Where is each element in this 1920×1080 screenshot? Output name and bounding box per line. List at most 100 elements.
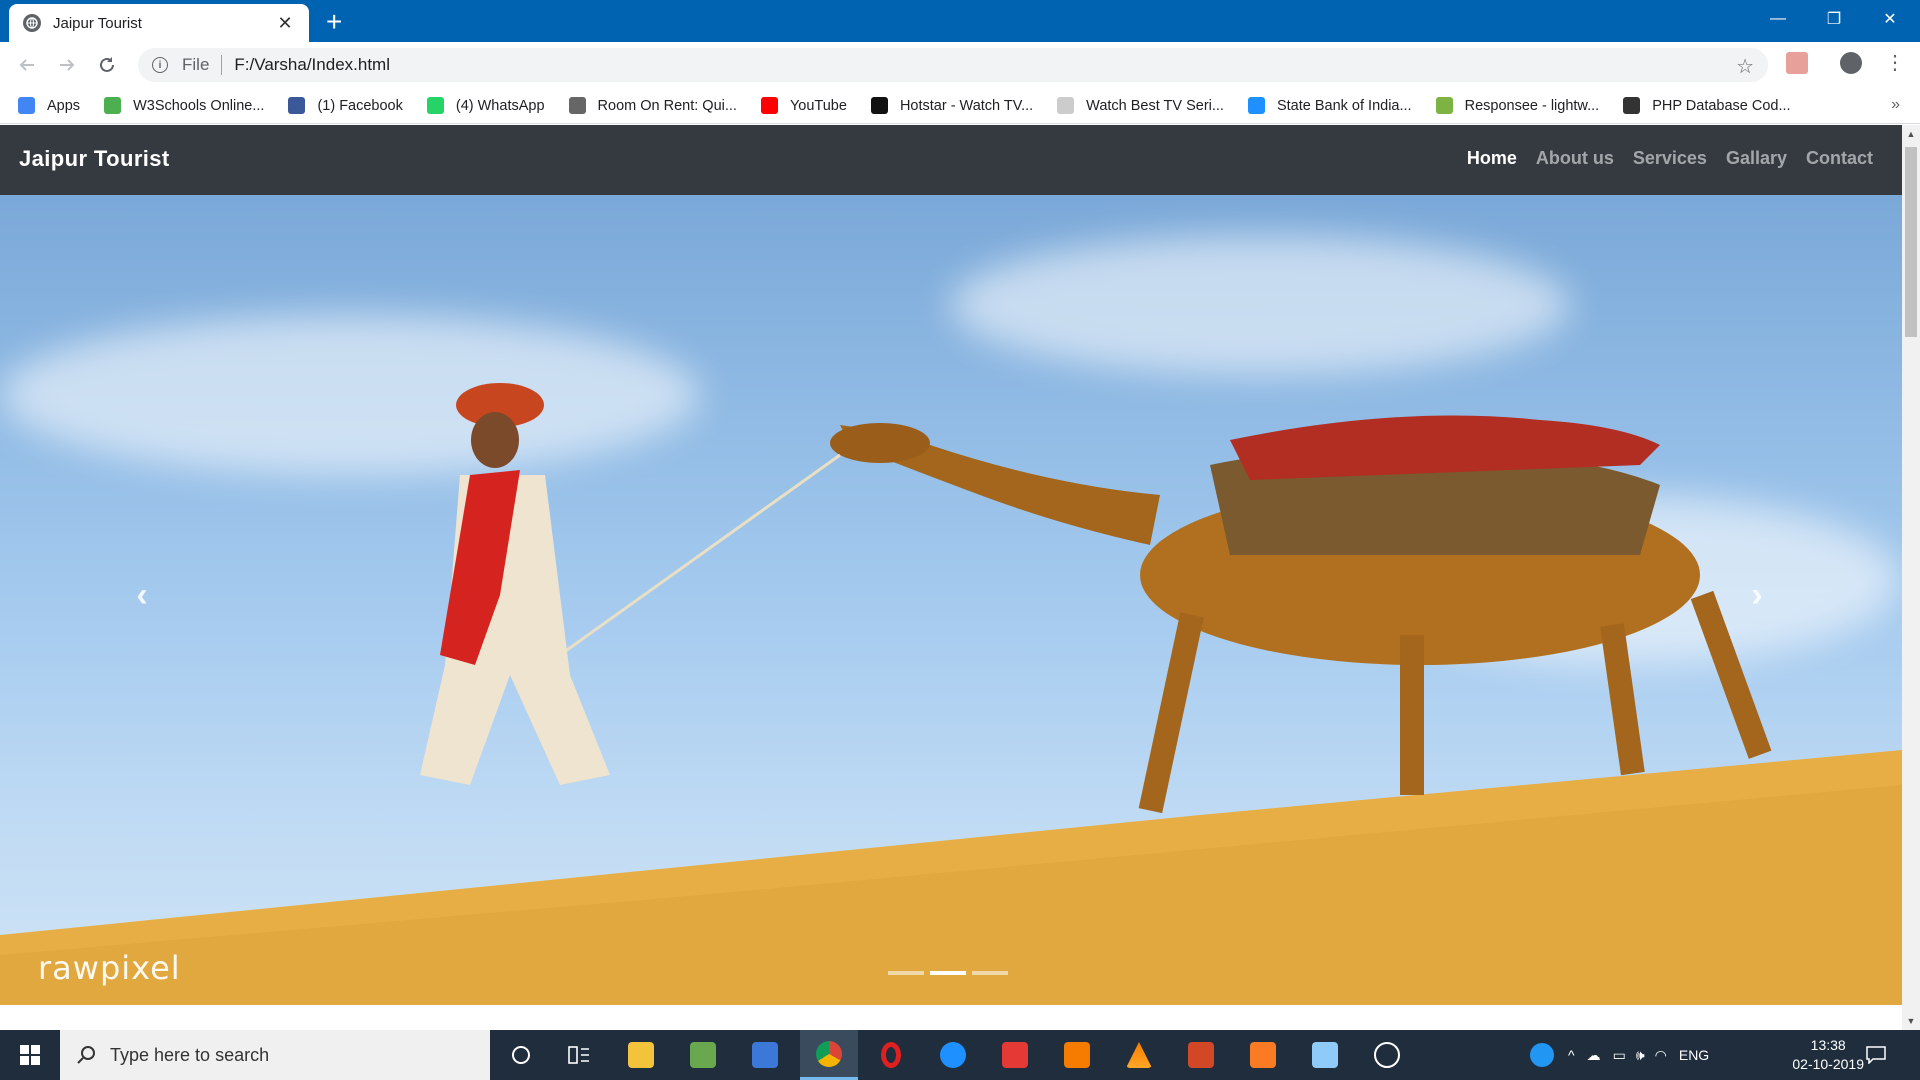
taskbar-search[interactable]: Type here to search <box>60 1030 490 1080</box>
opera-app[interactable] <box>862 1030 920 1080</box>
bookmark-item[interactable]: (4) WhatsApp <box>426 97 545 114</box>
windows-logo-icon <box>20 1045 40 1065</box>
nav-link-home[interactable]: Home <box>1467 148 1517 169</box>
photos-app[interactable] <box>1358 1030 1416 1080</box>
bookmark-item[interactable]: Room On Rent: Qui... <box>568 97 737 114</box>
bookmarks-overflow-icon[interactable]: » <box>1891 96 1900 114</box>
battery-icon[interactable]: ▭ <box>1613 1047 1626 1064</box>
nav-link-contact[interactable]: Contact <box>1806 148 1873 169</box>
photos-icon <box>1374 1042 1400 1068</box>
sublime-app[interactable] <box>1048 1030 1106 1080</box>
w3schools-icon <box>104 97 122 114</box>
info-icon[interactable]: i <box>152 57 168 73</box>
task-view-icon <box>568 1046 589 1064</box>
system-tray: ^ ☁ ▭ 🕪 ◠ ENG <box>1530 1030 1709 1080</box>
vlc-app[interactable] <box>1110 1030 1168 1080</box>
scroll-up-icon[interactable]: ▲ <box>1902 125 1920 143</box>
clock-date: 02-10-2019 <box>1792 1056 1864 1072</box>
bookmark-item[interactable]: Hotstar - Watch TV... <box>870 97 1034 114</box>
man-figure <box>420 383 610 785</box>
carousel-prev-button[interactable]: ‹ <box>122 575 162 615</box>
new-tab-button[interactable]: + <box>326 6 342 38</box>
bookmark-item[interactable]: PHP Database Cod... <box>1623 97 1791 114</box>
reload-button[interactable] <box>94 52 120 78</box>
notifications-icon[interactable] <box>1866 1030 1886 1080</box>
hero-carousel: ‹ › rawpixel <box>0 195 1902 1005</box>
carousel-indicator[interactable] <box>888 971 924 975</box>
bookmark-label: State Bank of India... <box>1276 97 1412 114</box>
scrollbar-thumb[interactable] <box>1905 147 1917 337</box>
forward-button[interactable] <box>54 52 80 78</box>
chrome-app[interactable] <box>800 1030 858 1080</box>
xampp-app[interactable] <box>1234 1030 1292 1080</box>
rope <box>559 453 841 657</box>
menu-kebab-icon[interactable]: ⋮ <box>1884 52 1906 74</box>
windows-taskbar: Type here to search ^ ☁ ▭ 🕪 ◠ ENG 13:38 … <box>0 1030 1920 1080</box>
hotstar-icon <box>870 97 888 114</box>
close-window-button[interactable]: ✕ <box>1862 0 1918 38</box>
language-indicator[interactable]: ENG <box>1679 1047 1709 1063</box>
site-navbar: Jaipur Tourist Home About us Services Galla… <box>0 125 1902 195</box>
task-view-button[interactable] <box>550 1030 608 1080</box>
bookmark-label: (4) WhatsApp <box>455 97 545 114</box>
bookmark-item[interactable]: (1) Facebook <box>288 97 403 114</box>
bookmark-item[interactable]: Responsee - lightw... <box>1435 97 1599 114</box>
nav-link-gallary[interactable]: Gallary <box>1726 148 1787 169</box>
minimize-button[interactable]: — <box>1750 0 1806 38</box>
ie-icon <box>940 1042 966 1068</box>
bookmark-label: Hotstar - Watch TV... <box>899 97 1034 114</box>
media-icon <box>752 1042 778 1068</box>
browser-toolbar: i File F:/Varsha/Index.html ☆ ⋮ <box>0 42 1920 88</box>
bookmark-label: W3Schools Online... <box>133 97 265 114</box>
carousel-indicator[interactable] <box>930 971 966 975</box>
nav-link-services[interactable]: Services <box>1633 148 1707 169</box>
cortana-button[interactable] <box>492 1030 550 1080</box>
help-icon[interactable] <box>1530 1043 1554 1067</box>
notepad-app[interactable] <box>674 1030 732 1080</box>
bookmark-label: Apps <box>47 97 81 114</box>
circle-icon <box>512 1046 530 1064</box>
bookmark-item[interactable]: State Bank of India... <box>1247 97 1412 114</box>
media-app[interactable] <box>736 1030 794 1080</box>
screen-recorder-app[interactable] <box>986 1030 1044 1080</box>
address-bar[interactable]: i File F:/Varsha/Index.html ☆ <box>138 48 1768 82</box>
profile-avatar-icon[interactable] <box>1840 52 1862 74</box>
bookmark-item[interactable]: Apps <box>18 97 80 114</box>
bookmark-item[interactable]: Watch Best TV Seri... <box>1057 97 1224 114</box>
taskbar-clock[interactable]: 13:38 02-10-2019 <box>1792 1036 1864 1074</box>
carousel-next-button[interactable]: › <box>1737 575 1777 615</box>
restore-button[interactable]: ❐ <box>1806 0 1862 38</box>
bookmark-label: Room On Rent: Qui... <box>597 97 737 114</box>
tab-close-icon[interactable]: ✕ <box>275 13 295 34</box>
browser-titlebar: Jaipur Tourist ✕ + — ❐ ✕ <box>0 0 1920 42</box>
desert-scene <box>0 383 1902 1005</box>
scroll-down-icon[interactable]: ▼ <box>1902 1012 1920 1030</box>
vlc-cone-icon <box>1126 1042 1152 1068</box>
responsee-icon <box>1435 97 1453 114</box>
page-scrollbar[interactable]: ▲ ▼ <box>1902 125 1920 1030</box>
nav-link-about-us[interactable]: About us <box>1536 148 1614 169</box>
reload-icon <box>100 57 114 72</box>
bookmark-item[interactable]: W3Schools Online... <box>104 97 264 114</box>
bookmark-star-icon[interactable]: ☆ <box>1736 54 1754 79</box>
url-text[interactable]: F:/Varsha/Index.html <box>234 55 390 75</box>
carousel-indicator[interactable] <box>972 971 1008 975</box>
pdf-extension-icon[interactable] <box>1786 52 1808 74</box>
back-button[interactable] <box>14 52 40 78</box>
youtube-icon <box>760 97 778 114</box>
ie-app[interactable] <box>924 1030 982 1080</box>
browser-tab[interactable]: Jaipur Tourist ✕ <box>9 4 309 42</box>
volume-icon[interactable]: 🕪 <box>1636 1047 1645 1064</box>
xampp-icon <box>1250 1042 1276 1068</box>
file-explorer-app[interactable] <box>612 1030 670 1080</box>
site-brand[interactable]: Jaipur Tourist <box>19 146 170 172</box>
onedrive-icon[interactable]: ☁ <box>1587 1047 1601 1064</box>
start-button[interactable] <box>0 1030 60 1080</box>
chevron-up-icon[interactable]: ^ <box>1568 1047 1575 1063</box>
paint-app[interactable] <box>1296 1030 1354 1080</box>
wifi-icon[interactable]: ◠ <box>1655 1047 1667 1064</box>
bookmark-item[interactable]: YouTube <box>760 97 847 114</box>
sublime-icon <box>1064 1042 1090 1068</box>
sbi-icon <box>1247 97 1265 114</box>
powerpoint-app[interactable] <box>1172 1030 1230 1080</box>
